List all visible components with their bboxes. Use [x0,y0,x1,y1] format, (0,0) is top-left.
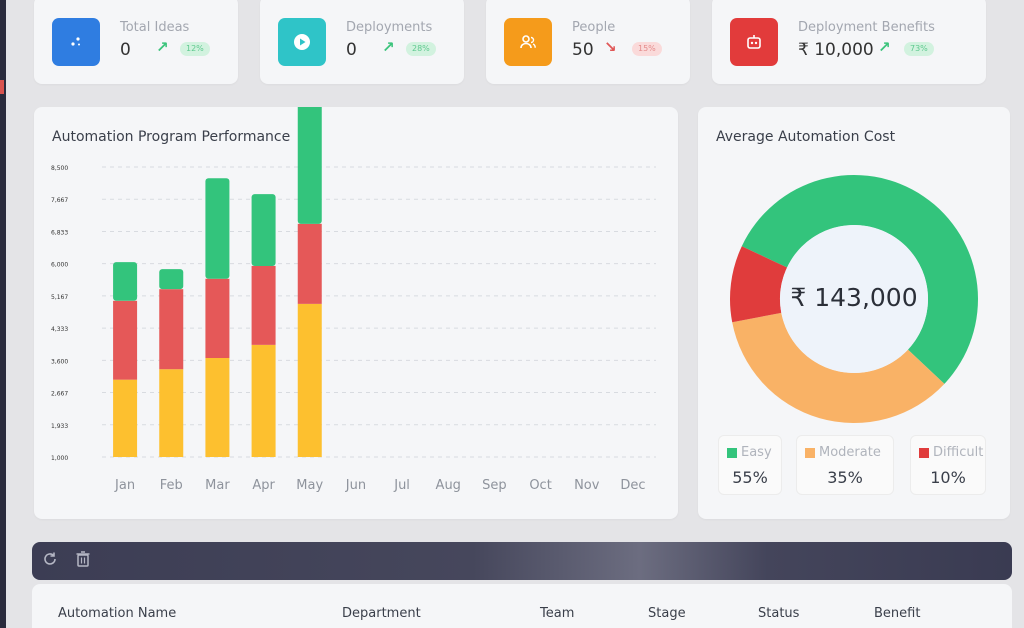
legend-percent: 55% [732,468,768,487]
legend-easy: Easy 55% [718,435,782,495]
stat-card-total-ideas[interactable]: Total Ideas 0 ↗ 12% [34,0,238,84]
trend-badge: 28% [406,42,436,56]
stat-value: ₹ 10,000 [798,40,874,60]
column-header[interactable]: Benefit [874,606,920,621]
robot-icon [730,18,778,66]
stat-label: People [572,20,616,35]
bar-segment-easy[interactable] [251,344,276,457]
trash-icon[interactable] [76,551,90,571]
performance-panel: Automation Program Performance 1,000 1,93… [34,107,678,519]
y-tick-label: 3,600 [51,358,68,365]
column-header[interactable]: Department [342,606,421,621]
y-tick-label: 1,933 [51,423,68,430]
legend-swatch [919,448,929,458]
x-tick-label: Jul [393,478,410,493]
stat-card-people[interactable]: People 50 ↘ 15% [486,0,690,84]
automation-table-header: Automation Name Department Team Stage St… [32,584,1012,628]
bar-segment-difficult[interactable] [113,300,138,380]
legend-name: Difficult [933,445,984,460]
x-tick-label: Jun [345,478,366,493]
y-tick-label: 7,667 [51,197,68,204]
x-tick-label: Mar [205,478,230,493]
y-tick-label: 5,167 [51,294,68,301]
stat-value: 50 [572,40,594,60]
x-tick-label: Jan [114,478,135,493]
x-tick-label: Apr [252,478,275,493]
trend-badge: 73% [904,42,934,56]
donut-center-value: ₹ 143,000 [790,283,918,312]
sidebar-indicator [0,80,4,94]
legend-name: Moderate [819,445,881,460]
stat-card-deployment-benefits[interactable]: Deployment Benefits ₹ 10,000 ↗ 73% [712,0,986,84]
trend-up-icon: ↗ [382,38,395,56]
column-header[interactable]: Stage [648,606,686,621]
x-tick-label: Nov [574,478,600,493]
legend-swatch [805,448,815,458]
y-tick-label: 6,000 [51,262,68,269]
legend-difficult: Difficult 10% [910,435,986,495]
sidebar-edge [0,0,6,628]
x-tick-label: Dec [620,478,645,493]
legend-name: Easy [741,445,772,460]
legend-moderate: Moderate 35% [796,435,894,495]
y-tick-label: 4,333 [51,326,68,333]
bar-segment-easy[interactable] [159,369,184,457]
x-tick-label: Aug [436,478,461,493]
trend-badge: 12% [180,42,210,56]
trend-up-icon: ↗ [156,38,169,56]
bar-segment-difficult[interactable] [297,223,322,304]
stat-label: Deployment Benefits [798,20,935,35]
y-tick-label: 6,833 [51,229,68,236]
bar-segment-easy[interactable] [297,303,322,457]
bar-segment-difficult[interactable] [251,265,276,345]
y-tick-label: 2,667 [51,391,68,398]
legend-percent: 10% [930,468,966,487]
stat-card-deployments[interactable]: Deployments 0 ↗ 28% [260,0,464,84]
bar-segment-difficult[interactable] [205,278,230,359]
bar-segment-moderate[interactable] [297,107,322,224]
legend-swatch [727,448,737,458]
bar-segment-moderate[interactable] [251,194,276,266]
x-tick-label: Oct [529,478,551,493]
column-header[interactable]: Automation Name [58,606,176,621]
table-toolbar [32,542,1012,580]
x-tick-label: Feb [160,478,183,493]
x-tick-label: May [296,478,323,493]
people-icon [504,18,552,66]
stat-value: 0 [346,40,357,60]
bar-segment-difficult[interactable] [159,289,184,370]
play-circle-icon [278,18,326,66]
bar-segment-moderate[interactable] [113,262,138,301]
trend-down-icon: ↘ [604,38,617,56]
y-tick-label: 1,000 [51,455,68,462]
bar-segment-moderate[interactable] [159,269,184,290]
bar-segment-easy[interactable] [205,358,230,457]
x-tick-label: Sep [482,478,507,493]
bar-segment-easy[interactable] [113,379,138,457]
column-header[interactable]: Team [540,606,574,621]
column-header[interactable]: Status [758,606,799,621]
refresh-icon[interactable] [42,551,58,571]
legend-percent: 35% [827,468,863,487]
trend-badge: 15% [632,42,662,56]
performance-chart: 1,000 1,933 2,667 3,600 4,333 5,167 6,000 6,833… [51,107,656,493]
stat-value: 0 [120,40,131,60]
stat-label: Deployments [346,20,433,35]
sparkle-icon [52,18,100,66]
bar-segment-moderate[interactable] [205,178,230,279]
trend-up-icon: ↗ [878,38,891,56]
stat-label: Total Ideas [120,20,190,35]
y-tick-label: 8,500 [51,165,68,172]
